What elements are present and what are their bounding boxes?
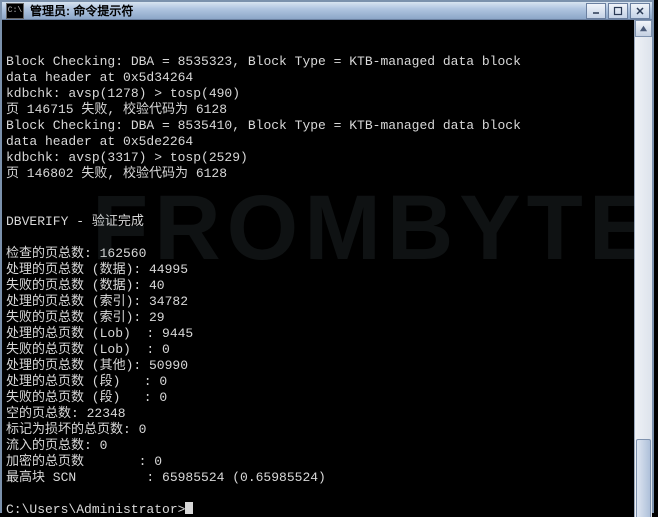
output-line: kdbchk: avsp(3317) > tosp(2529) [6,150,248,165]
output-line: 失败的页总数 (数据): 40 [6,278,165,293]
minimize-button[interactable] [586,3,606,19]
output-line: 页 146802 失败, 校验代码为 6128 [6,166,227,181]
output-line: 处理的总页数 (段) : 0 [6,374,167,389]
output-line: 失败的总页数 (段) : 0 [6,390,167,405]
window-controls [584,3,652,19]
output-line: 页 146715 失败, 校验代码为 6128 [6,102,227,117]
output-line: 处理的页总数 (数据): 44995 [6,262,188,277]
output-line: data header at 0x5de2264 [6,134,193,149]
app-icon: C:\ [6,3,24,19]
scroll-up-button[interactable] [635,20,652,37]
scrollbar-track[interactable] [635,37,652,517]
cursor [185,502,193,514]
output-line: 处理的总页数 (Lob) : 9445 [6,326,193,341]
command-prompt-window: C:\ 管理员: 命令提示符 FROMBYTE® Block Checking:… [0,0,654,513]
output-line: 标记为损坏的总页数: 0 [6,422,146,437]
output-line: DBVERIFY - 验证完成 [6,214,144,229]
output-line: 加密的总页数 : 0 [6,454,162,469]
output-line: Block Checking: DBA = 8535410, Block Typ… [6,118,521,133]
prompt-line: C:\Users\Administrator> [6,502,185,517]
watermark: FROMBYTE® [92,220,634,236]
output-line: 流入的页总数: 0 [6,438,107,453]
client-area: FROMBYTE® Block Checking: DBA = 8535323,… [2,20,652,517]
output-line: 检查的页总数: 162560 [6,246,146,261]
output-line: 失败的页总数 (索引): 29 [6,310,165,325]
close-button[interactable] [630,3,650,19]
output-line: 空的页总数: 22348 [6,406,126,421]
window-title: 管理员: 命令提示符 [28,2,584,19]
output-line: Block Checking: DBA = 8535323, Block Typ… [6,54,521,69]
output-line: 处理的页总数 (其他): 50990 [6,358,188,373]
terminal-output[interactable]: FROMBYTE® Block Checking: DBA = 8535323,… [2,20,634,517]
vertical-scrollbar[interactable] [634,20,652,517]
output-line: data header at 0x5d34264 [6,70,193,85]
output-line: 失败的总页数 (Lob) : 0 [6,342,170,357]
output-line: 处理的页总数 (索引): 34782 [6,294,188,309]
output-line: 最高块 SCN : 65985524 (0.65985524) [6,470,326,485]
watermark-text: FROMBYTE [92,220,634,236]
maximize-button[interactable] [608,3,628,19]
titlebar[interactable]: C:\ 管理员: 命令提示符 [2,2,652,20]
output-line: kdbchk: avsp(1278) > tosp(490) [6,86,240,101]
scrollbar-thumb[interactable] [636,439,651,517]
